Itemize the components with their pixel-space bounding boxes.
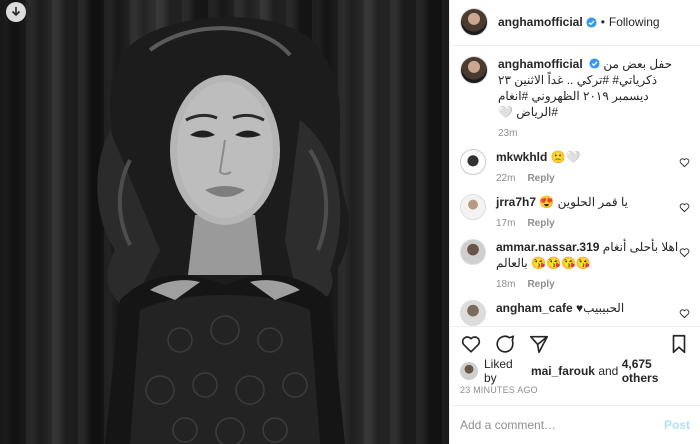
caption-username[interactable]: anghamofficial [498,57,583,71]
comment-icon[interactable] [494,333,516,355]
portrait-image [97,17,349,444]
post-photo[interactable] [0,0,449,444]
comment-item: ammar.nassar.319 اهلا بأحلى أنغام 😘😘😘😘 ب… [460,238,690,290]
comment-time[interactable]: 18m [496,279,515,290]
verified-badge-icon [589,57,600,69]
post-timestamp[interactable]: 23 MINUTES AGO [450,381,700,405]
likes-summary: Liked by mai_farouk and 4,675 others [450,357,700,385]
commenter-avatar[interactable] [460,299,486,326]
author-avatar[interactable] [460,8,488,37]
commenter-username[interactable]: angham_cafe [496,301,573,315]
commenter-username[interactable]: mkwkhld [496,150,547,164]
heart-icon[interactable] [460,333,482,355]
heart-icon[interactable] [679,202,690,213]
download-button[interactable] [6,2,26,22]
liker-username[interactable]: mai_farouk [531,364,595,378]
comment-item: jrra7h7 يا قمر الحلوين 😍 17m Reply [460,193,690,229]
commenter-username[interactable]: ammar.nassar.319 [496,240,599,254]
caption: anghamofficial حفل بعض من ذكرياتي# #تركي… [460,55,690,139]
comment-item: angham_cafe الحبيبيب♥ [460,299,690,326]
comment-text: 🙁🤍 [550,149,581,164]
verified-badge-icon [586,17,597,28]
header-separator: • [600,15,605,30]
commenter-avatar[interactable] [460,193,486,220]
post-sidebar: anghamofficial • Following anghamofficia… [449,0,700,444]
instagram-post: anghamofficial • Following anghamofficia… [0,0,700,444]
post-actions [450,326,700,361]
following-button[interactable]: Following [609,15,660,29]
likes-conj: and [598,364,619,379]
author-username[interactable]: anghamofficial [498,15,583,29]
comment-text: الحبيبيب♥ [576,300,625,315]
comments-list: anghamofficial حفل بعض من ذكرياتي# #تركي… [450,46,700,327]
caption-time[interactable]: 23m [498,128,517,139]
comment-text: يا قمر الحلوين 😍 [539,194,628,209]
heart-icon[interactable] [679,308,690,319]
post-header: anghamofficial • Following [450,0,700,46]
download-icon [11,7,21,17]
commenter-username[interactable]: jrra7h7 [496,195,536,209]
commenter-avatar[interactable] [460,238,486,265]
liker-avatar[interactable] [460,362,478,381]
caption-avatar[interactable] [460,55,488,84]
reply-button[interactable]: Reply [527,218,554,229]
add-comment-bar: Post [450,405,700,444]
heart-icon[interactable] [679,157,690,168]
comment-item: mkwkhld 🙁🤍 22m Reply [460,148,690,184]
heart-icon[interactable] [679,247,690,258]
post-button[interactable]: Post [664,418,690,432]
commenter-avatar[interactable] [460,148,486,175]
comment-input[interactable] [460,418,664,433]
share-icon[interactable] [528,333,550,355]
reply-button[interactable]: Reply [527,279,554,290]
comment-time[interactable]: 22m [496,173,515,184]
reply-button[interactable]: Reply [527,173,554,184]
bookmark-icon[interactable] [668,333,690,355]
comment-time[interactable]: 17m [496,218,515,229]
